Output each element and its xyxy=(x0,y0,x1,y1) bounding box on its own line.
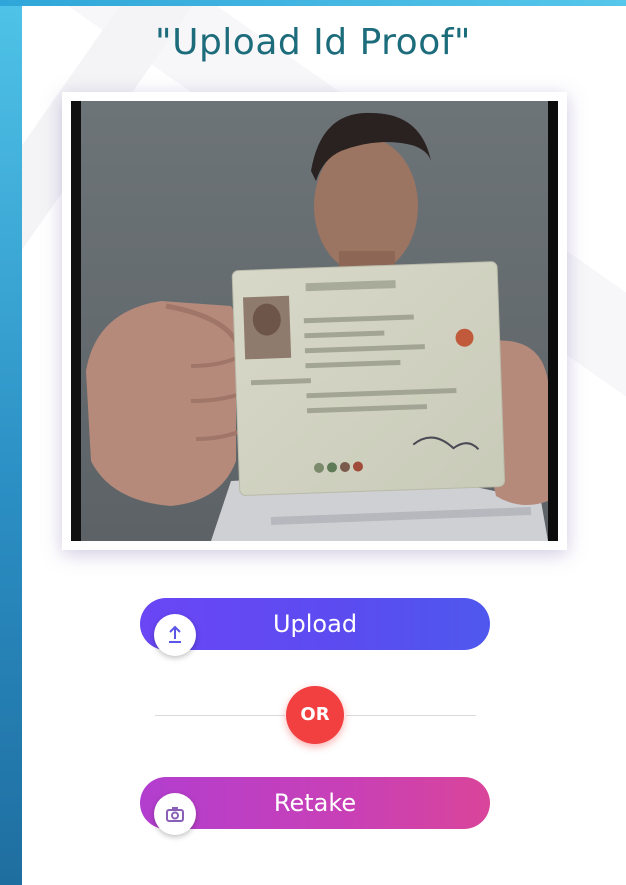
divider-line-left xyxy=(155,715,285,716)
divider-line-right xyxy=(346,715,476,716)
id-photo-preview xyxy=(71,101,558,541)
captured-photo xyxy=(71,101,558,541)
upload-button[interactable]: Upload xyxy=(140,598,490,656)
side-accent-strip xyxy=(0,0,22,885)
upload-arrow-icon xyxy=(154,614,196,656)
id-photo-frame xyxy=(62,92,567,550)
page-title: "Upload Id Proof" xyxy=(155,22,471,63)
or-divider-badge: OR xyxy=(286,686,344,744)
retake-button[interactable]: Retake xyxy=(140,777,490,835)
camera-icon xyxy=(154,793,196,835)
